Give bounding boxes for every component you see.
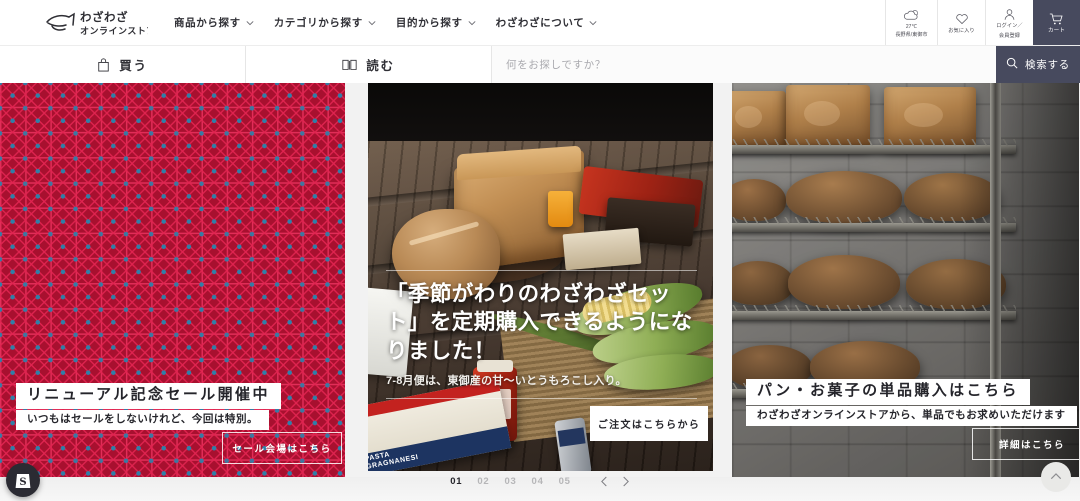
- favorites-label: お気に入り: [948, 27, 975, 34]
- book-icon: [342, 58, 357, 71]
- search-icon: [1006, 57, 1018, 72]
- nav-label-products: 商品から探す: [174, 17, 241, 29]
- sale-cta-button[interactable]: セール会場はこちら: [222, 432, 342, 464]
- tab-buy-label: 買う: [119, 59, 148, 73]
- nav-item-products[interactable]: 商品から探す: [174, 15, 254, 30]
- shopify-badge-letter: S: [19, 477, 26, 488]
- seasonal-set-cta-button[interactable]: ご注文はこちらから: [590, 406, 708, 441]
- pagination-page-02[interactable]: 02: [477, 476, 489, 487]
- seasonal-set-subtitle: 7-8月便は、東御産の甘〜いとうもろこし入り。: [386, 375, 627, 387]
- bread-cta-label: 詳細はこちら: [998, 440, 1066, 451]
- hero-carousel: リニューアル記念セール開催中 いつもはセールをしないけれど、今回は特別。 セール…: [0, 83, 1080, 501]
- tab-read-label: 読む: [366, 59, 395, 73]
- logo-line-1: わざわざ: [80, 10, 128, 24]
- chevron-down-icon: [468, 19, 476, 27]
- pagination-page-03[interactable]: 03: [504, 476, 516, 487]
- weather-temperature: 27℃: [905, 23, 918, 30]
- nav-item-about[interactable]: わざわざについて: [496, 15, 598, 30]
- search-submit-button[interactable]: 検索する: [996, 46, 1080, 83]
- carousel-next-button[interactable]: [621, 476, 630, 487]
- pagination-page-05[interactable]: 05: [559, 476, 571, 487]
- pagination-page-04[interactable]: 04: [532, 476, 544, 487]
- carousel-pagination: 01 02 03 04 05: [0, 469, 1080, 493]
- nav-item-purpose[interactable]: 目的から探す: [396, 15, 476, 30]
- carousel-prev-button[interactable]: [600, 476, 609, 487]
- nav-label-about: わざわざについて: [495, 17, 585, 29]
- shopify-badge[interactable]: S: [6, 463, 40, 497]
- tab-read[interactable]: 読む: [246, 46, 492, 83]
- site-header: わざわざ オンラインストア 商品から探す カテゴリから探す 目的から探す: [0, 0, 1080, 45]
- nav-label-purpose: 目的から探す: [395, 17, 463, 29]
- header-utilities: 27℃ 長野県/東御市 お気に入り ログイン／ 会員登録 カート: [885, 0, 1080, 45]
- bread-caption: パン・お菓子の単品購入はこちら わざわざオンラインストアから、単品でもお求めいた…: [746, 379, 1079, 427]
- seasonal-set-caption: 「季節がわりのわざわざセット」を定期購入できるようになりました！ 7-8月便は、…: [386, 269, 697, 399]
- carousel-arrows: [600, 476, 630, 487]
- weather-widget[interactable]: 27℃ 長野県/東御市: [885, 0, 937, 45]
- secondary-navigation: 買う 読む 検索する: [0, 45, 1080, 83]
- carousel-slide-sale[interactable]: リニューアル記念セール開催中 いつもはセールをしないけれど、今回は特別。 セール…: [0, 83, 345, 479]
- cart-icon: [1049, 12, 1064, 26]
- site-logo[interactable]: わざわざ オンラインストア: [0, 0, 160, 45]
- chevron-down-icon: [368, 19, 376, 27]
- account-label-line1: ログイン／: [996, 23, 1023, 30]
- favorites-button[interactable]: お気に入り: [937, 0, 985, 45]
- bread-subtitle-box: わざわざオンラインストアから、単品でもお求めいただけます: [746, 405, 1077, 427]
- carousel-slide-seasonal-set[interactable]: PASTA GRAGNANESI 「季節がわりのわざわざセット」を定期購入できる…: [368, 83, 713, 471]
- pagination-page-01[interactable]: 01: [450, 476, 462, 487]
- sale-subtitle-box: いつもはセールをしないけれど、今回は特別。: [16, 409, 269, 431]
- heart-icon: [955, 12, 969, 26]
- bread-title-box: パン・お菓子の単品購入はこちら: [746, 379, 1030, 405]
- user-icon: [1003, 7, 1016, 21]
- nav-label-categories: カテゴリから探す: [273, 17, 363, 29]
- logo-line-2: オンラインストア: [80, 26, 148, 37]
- cloud-sun-icon: [903, 8, 920, 22]
- carousel-slide-bread-sweets[interactable]: パン・お菓子の単品購入はこちら わざわざオンラインストアから、単品でもお求めいた…: [732, 83, 1079, 479]
- chevron-down-icon: [246, 19, 254, 27]
- search-area: 検索する: [492, 46, 1080, 83]
- sale-subtitle: いつもはセールをしないけれど、今回は特別。: [27, 412, 258, 425]
- carousel-track: リニューアル記念セール開催中 いつもはセールをしないけれど、今回は特別。 セール…: [0, 83, 1080, 501]
- nav-item-categories[interactable]: カテゴリから探す: [274, 15, 376, 30]
- seasonal-set-cta-label: ご注文はこちらから: [597, 420, 701, 431]
- sale-cta-label: セール会場はこちら: [232, 444, 332, 455]
- storefront-page: わざわざ オンラインストア 商品から探す カテゴリから探す 目的から探す: [0, 0, 1080, 501]
- account-button[interactable]: ログイン／ 会員登録: [985, 0, 1033, 45]
- chevron-up-icon: [1050, 468, 1062, 486]
- weather-location: 長野県/東御市: [895, 32, 928, 39]
- sale-title: リニューアル記念セール開催中: [27, 386, 270, 403]
- account-label-line2: 会員登録: [998, 32, 1021, 39]
- scroll-to-top-button[interactable]: [1041, 462, 1071, 492]
- cart-button[interactable]: カート: [1033, 0, 1080, 45]
- bread-subtitle: わざわざオンラインストアから、単品でもお求めいただけます: [757, 408, 1066, 421]
- seasonal-set-title: 「季節がわりのわざわざセット」を定期購入できるようになりました！: [386, 281, 693, 363]
- chevron-down-icon: [589, 19, 597, 27]
- bag-icon: [97, 57, 110, 72]
- sale-caption: リニューアル記念セール開催中 いつもはセールをしないけれど、今回は特別。: [16, 383, 345, 431]
- search-input[interactable]: [492, 46, 996, 83]
- tab-buy[interactable]: 買う: [0, 46, 246, 83]
- primary-navigation: 商品から探す カテゴリから探す 目的から探す わざわざについて: [174, 0, 597, 45]
- sale-title-box: リニューアル記念セール開催中: [16, 383, 281, 409]
- cart-label: カート: [1047, 27, 1066, 34]
- bread-cta-button[interactable]: 詳細はこちら: [972, 428, 1079, 460]
- search-button-label: 検索する: [1025, 59, 1070, 71]
- bread-title: パン・お菓子の単品購入はこちら: [757, 382, 1019, 399]
